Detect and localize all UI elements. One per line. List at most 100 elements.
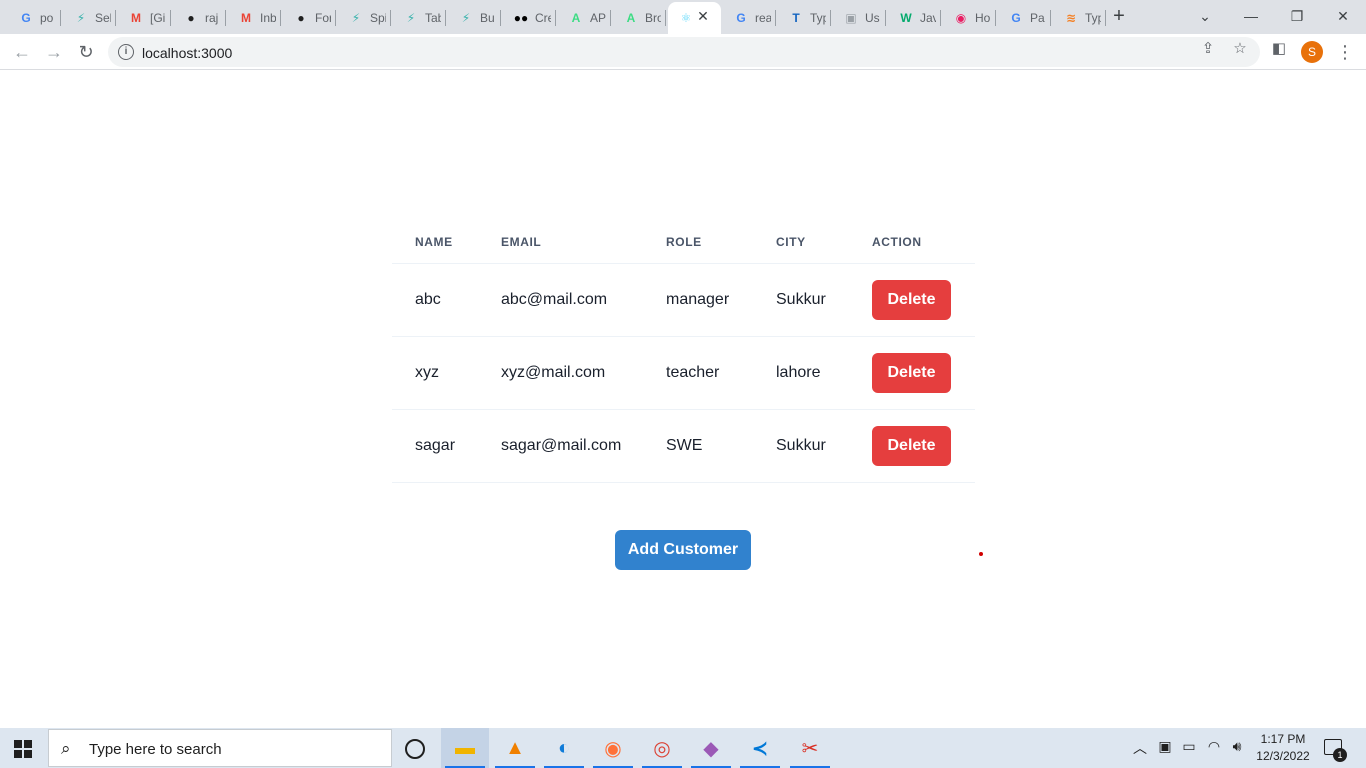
file-explorer-icon[interactable]: ▬ [441, 728, 489, 768]
browser-tab[interactable]: ▣ Us [833, 2, 886, 34]
browser-tab[interactable]: M Inb [228, 2, 281, 34]
tab-separator [940, 10, 941, 26]
notification-badge: 1 [1333, 748, 1347, 762]
android-studio-icon: A [626, 11, 636, 25]
share-icon[interactable]: ⇪ [1200, 41, 1216, 57]
browser-tab[interactable]: ⚡ Tab [393, 2, 446, 34]
new-tab-button[interactable]: + [1109, 6, 1129, 26]
cell-email: sagar@mail.com [478, 409, 643, 483]
tab-title: AP [590, 11, 606, 25]
close-tab-icon[interactable]: ✕ [696, 9, 710, 23]
google-icon: G [21, 11, 31, 25]
side-panel-icon[interactable]: ◧ [1271, 41, 1287, 57]
browser-tab[interactable]: Grea [723, 2, 776, 34]
android-studio-icon: A [571, 11, 581, 25]
browser-tab[interactable]: ⚡ Spi [338, 2, 391, 34]
tab-separator [1105, 10, 1106, 26]
tab-separator [115, 10, 116, 26]
browser-tab[interactable]: ● For [283, 2, 336, 34]
volume-icon[interactable]: 🔊︎ [1228, 738, 1246, 755]
google-icon: G [1011, 11, 1021, 25]
taskbar: ⌕ Type here to search ︿ ▣ ▭ ◠ 🔊︎ 1:17 PM… [0, 728, 1366, 768]
browser-toolbar: ← → ↻ i localhost:3000 ⇪ ☆ ◧ S ⋮ [0, 34, 1366, 70]
tab-separator [170, 10, 171, 26]
show-hidden-icons[interactable]: ︿ [1131, 738, 1149, 758]
meet-now-icon[interactable]: ▣ [1156, 738, 1174, 755]
delete-button[interactable]: Delete [872, 352, 951, 393]
forward-button[interactable]: → [42, 40, 66, 64]
add-customer-button[interactable]: Add Customer [615, 530, 751, 570]
tab-title: rea [755, 11, 771, 25]
browser-tab[interactable]: ⚛ [668, 2, 721, 34]
profile-avatar[interactable]: S [1301, 41, 1323, 63]
git-icon[interactable]: ◆ [687, 728, 735, 768]
browser-tab[interactable]: Gpo [8, 2, 61, 34]
header-name: NAME [392, 222, 478, 264]
delete-button[interactable]: Delete [872, 279, 951, 320]
browser-tab[interactable]: ●● Cre [503, 2, 556, 34]
react-icon: ⚛ [680, 11, 692, 25]
cortana-icon[interactable] [405, 739, 425, 759]
tab-title: For [315, 11, 331, 25]
browser-tab[interactable]: ≋ Typ [1053, 2, 1106, 34]
tab-separator [445, 10, 446, 26]
wifi-icon[interactable]: ◠ [1205, 738, 1223, 755]
browser-tab[interactable]: ● raj [173, 2, 226, 34]
browser-tab[interactable]: ◉ Ho [943, 2, 996, 34]
restore-button[interactable]: ❐ [1286, 6, 1308, 26]
bolt-icon: ⚡ [461, 11, 471, 25]
url-text: localhost:3000 [142, 45, 233, 61]
tab-separator [500, 10, 501, 26]
cell-email: abc@mail.com [478, 263, 643, 337]
windows-start-icon[interactable] [14, 740, 32, 758]
minimize-button[interactable]: — [1240, 6, 1262, 26]
browser-tab[interactable]: M [Gi [118, 2, 171, 34]
browser-tab[interactable]: T Typ [778, 2, 831, 34]
delete-button[interactable]: Delete [872, 425, 951, 466]
tab-search-icon[interactable]: ⌄ [1194, 6, 1216, 26]
tab-separator [885, 10, 886, 26]
cell-role: manager [643, 263, 753, 337]
taskbar-clock[interactable]: 1:17 PM 12/3/2022 [1252, 731, 1314, 765]
tab-separator [1050, 10, 1051, 26]
tab-separator [60, 10, 61, 26]
tab-title: Typ [1085, 11, 1101, 25]
snipping-tool-icon[interactable]: ✂ [786, 728, 834, 768]
page-icon: ▣ [845, 11, 857, 25]
browser-tab[interactable]: ⚡ Bu [448, 2, 501, 34]
close-window-button[interactable]: ✕ [1332, 6, 1354, 26]
stackoverflow-icon: ≋ [1065, 11, 1077, 25]
tab-title: Bro [645, 11, 661, 25]
chrome-icon[interactable]: ◎ [638, 728, 686, 768]
edge-icon[interactable]: ◐ [540, 728, 588, 768]
site-info-icon[interactable]: i [118, 44, 134, 60]
tab-strip: ≋TypGPa◉HoWJav▣UsTTypGrea⚛ABroAAP●●Cre⚡B… [0, 0, 1366, 34]
taskbar-search-box[interactable]: ⌕ Type here to search [48, 729, 392, 767]
vlc-icon[interactable]: ▲ [491, 728, 539, 768]
address-bar[interactable]: i localhost:3000 [108, 37, 1260, 67]
header-email: EMAIL [478, 222, 643, 264]
browser-tab[interactable]: A Bro [613, 2, 666, 34]
tab-title: Sel [95, 11, 111, 25]
back-button[interactable]: ← [10, 40, 34, 64]
cell-action: Delete [849, 263, 975, 337]
medium-icon: ●● [513, 11, 529, 25]
search-icon: ⌕ [61, 739, 71, 758]
reload-button[interactable]: ↻ [74, 40, 98, 64]
battery-icon[interactable]: ▭ [1180, 738, 1198, 755]
cursor-dot [979, 552, 983, 556]
browser-tab[interactable]: ⚡ Sel [63, 2, 116, 34]
page-content: NAME EMAIL ROLE CITY ACTION abc abc@mail… [0, 71, 1366, 728]
cell-name: sagar [392, 409, 478, 483]
bookmark-star-icon[interactable]: ☆ [1232, 41, 1248, 57]
browser-menu-icon[interactable]: ⋮ [1336, 40, 1354, 64]
browser-tab[interactable]: W Jav [888, 2, 941, 34]
browser-tab[interactable]: A AP [558, 2, 611, 34]
tab-title: Spi [370, 11, 386, 25]
tab-separator [830, 10, 831, 26]
tab-title: po [40, 11, 54, 25]
vscode-icon[interactable]: ≺ [736, 728, 784, 768]
firefox-icon[interactable]: ◉ [589, 728, 637, 768]
browser-tab[interactable]: G Pa [998, 2, 1051, 34]
tab-title: Us [865, 11, 880, 25]
